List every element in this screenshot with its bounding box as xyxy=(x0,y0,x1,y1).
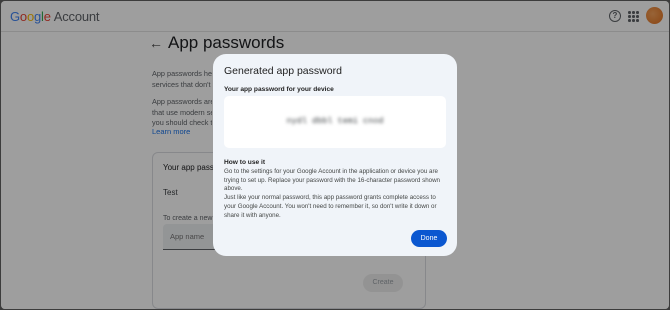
done-button[interactable]: Done xyxy=(411,230,447,247)
how-to-use-body: Go to the settings for your Google Accou… xyxy=(224,168,448,220)
browser-frame: Google Account ? ← App passwords App pass… xyxy=(1,1,669,309)
dialog-subtitle: Your app password for your device xyxy=(224,86,334,93)
generated-password-dialog: Generated app password Your app password… xyxy=(213,54,457,256)
password-box: nydl dbbl temi cnod xyxy=(224,96,446,148)
instruction-text: Go to the settings for your Google Accou… xyxy=(224,168,440,193)
dialog-title: Generated app password xyxy=(224,65,342,77)
generated-password[interactable]: nydl dbbl temi cnod xyxy=(224,116,446,126)
how-to-use-heading: How to use it xyxy=(224,159,266,166)
security-note-text: Just like your normal password, this app… xyxy=(224,194,437,219)
